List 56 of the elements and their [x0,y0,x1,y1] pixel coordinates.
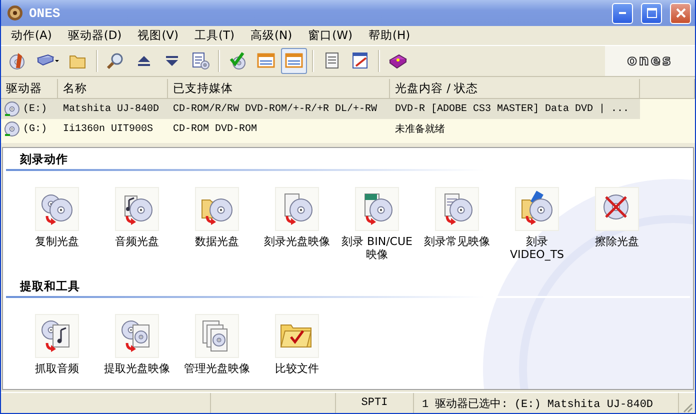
close-icon [676,8,686,18]
menu-item[interactable]: 帮助(H) [360,28,418,43]
menu-item[interactable]: 工具(T) [186,28,243,43]
minimize-button[interactable] [612,2,633,24]
action-label[interactable]: 比较文件 [258,362,336,375]
table-cell-text: CD-ROM/R/RW DVD-ROM/+-R/+R DL/+-RW [172,102,378,116]
maximize-icon [646,8,656,18]
column-header[interactable]: 驱动器 [1,79,58,98]
action-label[interactable]: 管理光盘映像 [178,362,256,375]
table-cell: (E:) [23,104,48,114]
status-text: SPTI [336,393,414,413]
table-cell-text: Ii1360n UIT900S [62,122,154,136]
menu-item[interactable]: 驱动器(D) [60,28,130,43]
resize-grip-icon[interactable] [681,401,693,413]
table-cell-text: Matshita UJ-840D [62,102,160,116]
menu-item[interactable]: 高级(N) [242,28,300,43]
list-view-icon [256,51,276,71]
action-label[interactable]: 数据光盘 [178,235,256,248]
list-view-icon [284,51,304,71]
menu-item[interactable]: 窗口(W) [300,28,360,43]
status-text: 1 驱动器已选中: (E:) Matshita UJ-840D [414,393,679,413]
action-label[interactable]: 刻录 BIN/CUE 映像 [338,235,416,261]
toolbar-button[interactable] [281,48,307,74]
maximize-button[interactable] [641,2,662,24]
section-heading: 提取和工具 [6,275,690,298]
menu-item[interactable]: 动作(A) [3,28,60,43]
column-header[interactable]: 名称 [58,79,168,98]
table-cell-text: 未准备就绪 [394,122,446,138]
action-label[interactable]: 音频光盘 [98,235,176,248]
drive-row[interactable]: (E:) Matshita UJ-840D CD-ROM/R/RW DVD-ROM/+-R/+R DL/+-RW DVD-R [ADOBE CS3 MASTER] Data DVD | ... [1,99,640,119]
table-cell-text: DVD-R [ADOBE CS3 MASTER] Data DVD | ... [394,102,630,116]
app-logo-icon [7,5,23,21]
column-header[interactable]: 已支持媒体 [168,79,390,98]
disc-drive-icon [4,101,20,117]
minimize-icon [619,12,626,14]
table-cell: (G:) [23,124,48,134]
close-button[interactable] [670,2,691,24]
action-label[interactable]: 刻录光盘映像 [258,235,336,248]
check-disc-icon [228,51,248,71]
menu-item[interactable]: 视图(V) [130,28,187,43]
window-title: ONES [29,6,60,20]
document-disc-icon [190,51,210,71]
action-label[interactable]: 刻录常见映像 [418,235,496,248]
action-label[interactable]: 刻录 VIDEO_TS [498,235,576,261]
column-header[interactable]: 光盘内容 / 状态 [390,79,640,98]
disc-drive-icon [4,121,20,137]
disc-action-icon[interactable] [519,190,555,228]
brand-logo: ones [605,46,695,76]
action-label[interactable]: 擦除光盘 [578,235,656,248]
section-heading: 刻录动作 [6,148,690,171]
edit-document-icon [350,51,370,71]
action-label[interactable]: 复制光盘 [18,235,96,248]
action-label[interactable]: 提取光盘映像 [98,362,176,375]
action-label[interactable]: 抓取音频 [18,362,96,375]
table-cell-text: CD-ROM DVD-ROM [172,122,258,136]
drive-row[interactable]: (G:) Ii1360n UIT900S CD-ROM DVD-ROM 未准备就绪 [1,119,695,139]
